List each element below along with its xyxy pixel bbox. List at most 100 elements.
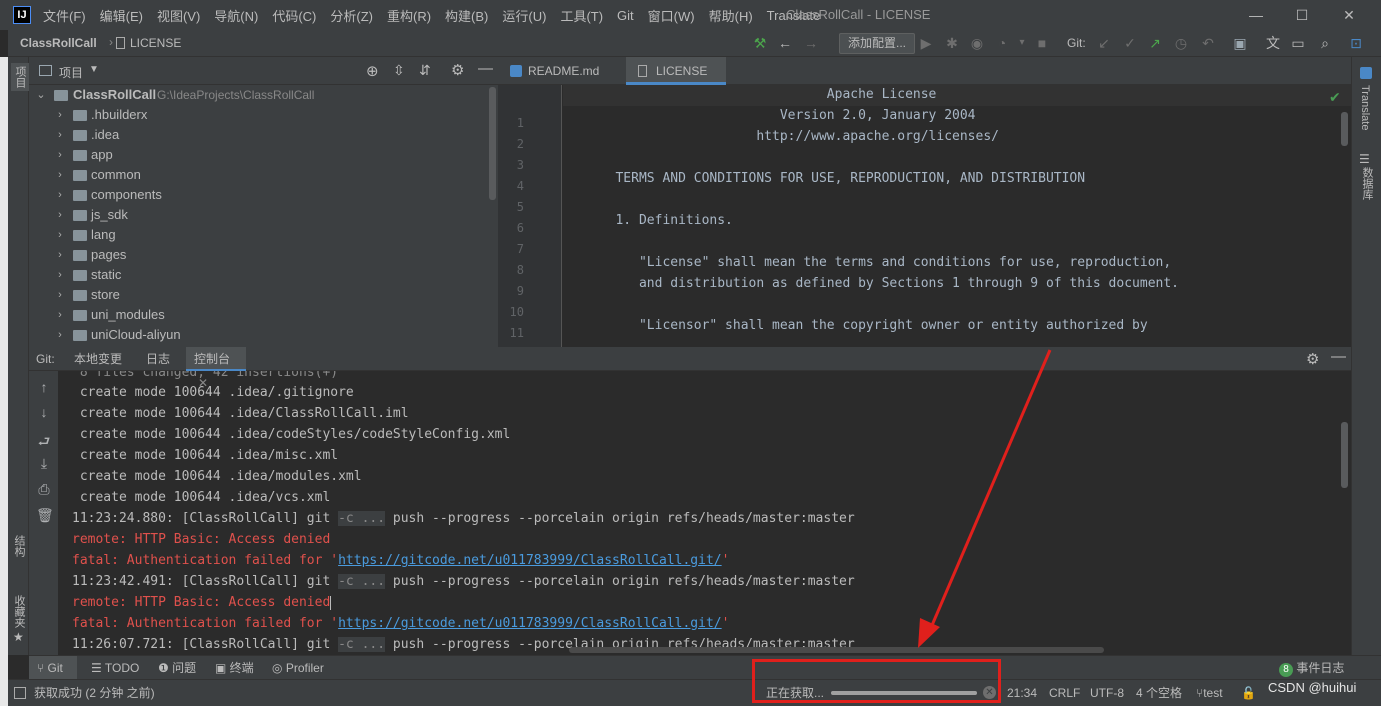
toggle-tool-windows-icon[interactable]: [14, 687, 26, 699]
editor-scrollbar[interactable]: [1341, 112, 1348, 146]
print-icon[interactable]: ⎙: [36, 481, 52, 498]
git-update-icon[interactable]: ↙: [1096, 35, 1112, 51]
chevron-right-icon[interactable]: ›: [54, 265, 66, 285]
chevron-right-icon[interactable]: ›: [54, 325, 66, 345]
line-separator[interactable]: CRLF: [1049, 680, 1080, 706]
problems-bottom-tab[interactable]: ❶ 问题: [158, 656, 196, 680]
gear-icon[interactable]: ⚙: [451, 61, 464, 79]
project-scrollbar[interactable]: [489, 87, 496, 200]
chevron-right-icon[interactable]: ›: [54, 145, 66, 165]
tree-item[interactable]: › pages: [29, 245, 498, 265]
chevron-down-icon[interactable]: ⌄: [35, 85, 47, 105]
collapsed-options-chip[interactable]: -c ...: [338, 637, 386, 652]
project-structure-icon[interactable]: ▣: [1232, 35, 1248, 51]
tree-item[interactable]: › static: [29, 265, 498, 285]
soft-wrap-icon[interactable]: ⮐: [36, 431, 52, 455]
scroll-to-end-icon[interactable]: ⤓: [36, 455, 52, 472]
collapsed-options-chip[interactable]: -c ...: [338, 511, 386, 526]
menu-git[interactable]: Git: [610, 8, 641, 23]
trash-icon[interactable]: 🗑: [36, 507, 54, 524]
menu-navigate[interactable]: 导航(N): [207, 6, 265, 25]
tree-item[interactable]: › app: [29, 145, 498, 165]
menu-edit[interactable]: 编辑(E): [93, 6, 150, 25]
locate-file-icon[interactable]: ⊕: [366, 62, 379, 80]
chevron-right-icon[interactable]: ›: [54, 245, 66, 265]
expand-all-icon[interactable]: ⇳: [393, 62, 405, 79]
search-icon[interactable]: ⌕: [1317, 35, 1333, 51]
console-horizontal-scrollbar[interactable]: [569, 647, 1104, 653]
menu-window[interactable]: 窗口(W): [641, 6, 702, 25]
tree-item[interactable]: › .idea: [29, 125, 498, 145]
tab-license[interactable]: LICENSE ✕: [626, 57, 726, 106]
coverage-icon[interactable]: ◉: [969, 35, 985, 51]
gear-icon[interactable]: ⚙: [1306, 350, 1319, 368]
tree-item[interactable]: › js_sdk: [29, 205, 498, 225]
repo-url-link[interactable]: https://gitcode.net/u011783999/ClassRoll…: [338, 553, 722, 568]
scroll-down-icon[interactable]: ↓: [36, 404, 52, 420]
plugin-icon[interactable]: ⊡: [1348, 35, 1364, 51]
event-log-tab[interactable]: 8 事件日志: [1279, 656, 1344, 680]
tree-item[interactable]: › uniCloud-aliyun: [29, 325, 498, 345]
profile-icon[interactable]: ◔: [994, 35, 1010, 51]
tab-readme[interactable]: README.md: [498, 57, 626, 85]
tab-log[interactable]: 日志: [146, 347, 170, 371]
tree-item[interactable]: › store: [29, 285, 498, 305]
structure-tool-tab[interactable]: 结构: [11, 535, 27, 557]
terminal-bottom-tab[interactable]: ▣ 终端: [215, 656, 254, 680]
tree-item[interactable]: › lang: [29, 225, 498, 245]
git-rollback-icon[interactable]: ↶: [1200, 35, 1216, 51]
chevron-right-icon[interactable]: ›: [54, 305, 66, 325]
collapsed-options-chip[interactable]: -c ...: [338, 574, 386, 589]
indent-setting[interactable]: 4 个空格: [1136, 680, 1182, 706]
hide-panel-icon[interactable]: —: [1331, 348, 1346, 365]
tree-item[interactable]: › .hbuilderx: [29, 105, 498, 125]
presentation-icon[interactable]: ▭: [1290, 35, 1306, 51]
tab-console[interactable]: 控制台 ✕: [186, 347, 246, 390]
todo-bottom-tab[interactable]: ☰ TODO: [91, 656, 139, 680]
stop-icon[interactable]: ■: [1034, 35, 1050, 51]
chevron-right-icon[interactable]: ›: [54, 205, 66, 225]
chevron-right-icon[interactable]: ›: [54, 185, 66, 205]
build-hammer-icon[interactable]: ⚒: [752, 35, 768, 51]
collapse-all-icon[interactable]: ⇵: [419, 62, 431, 79]
no-problems-check-icon[interactable]: ✔: [1329, 89, 1341, 106]
status-message[interactable]: 获取成功 (2 分钟 之前): [34, 680, 155, 706]
menu-tools[interactable]: 工具(T): [553, 6, 610, 25]
caret-position[interactable]: 21:34: [1007, 680, 1037, 706]
menu-code[interactable]: 代码(C): [265, 6, 323, 25]
menu-help[interactable]: 帮助(H): [702, 6, 760, 25]
scroll-up-icon[interactable]: ↑: [36, 379, 52, 395]
close-window-button[interactable]: ✕: [1339, 5, 1359, 25]
run-icon[interactable]: ▶: [918, 35, 934, 51]
chevron-right-icon[interactable]: ›: [54, 285, 66, 305]
debug-icon[interactable]: ✱: [944, 35, 960, 51]
menu-analyze[interactable]: 分析(Z): [323, 6, 380, 25]
console-vertical-scrollbar[interactable]: [1341, 422, 1348, 488]
tree-item[interactable]: › common: [29, 165, 498, 185]
translate-tool-tab[interactable]: Translate: [1359, 85, 1371, 130]
menu-view[interactable]: 视图(V): [150, 6, 207, 25]
translate-icon[interactable]: 文: [1265, 35, 1281, 51]
tab-local-changes[interactable]: 本地变更: [74, 347, 122, 371]
project-view-dropdown-icon[interactable]: ▼: [89, 64, 99, 75]
add-configuration-button[interactable]: 添加配置...: [839, 33, 915, 54]
project-panel-title[interactable]: 项目: [59, 64, 83, 81]
git-branch[interactable]: ⑂test: [1196, 680, 1223, 706]
run-dropdown-icon[interactable]: ▾: [1014, 35, 1030, 51]
breadcrumb-project[interactable]: ClassRollCall: [20, 36, 97, 50]
tree-item[interactable]: › uni_modules: [29, 305, 498, 325]
forward-arrow-icon[interactable]: →: [803, 35, 819, 51]
git-history-icon[interactable]: ◷: [1173, 35, 1189, 51]
file-encoding[interactable]: UTF-8: [1090, 680, 1124, 706]
git-bottom-tab[interactable]: ⑂ Git: [29, 656, 77, 680]
git-commit-icon[interactable]: ✓: [1122, 35, 1138, 51]
tree-item[interactable]: › components: [29, 185, 498, 205]
menu-file[interactable]: 文件(F): [36, 6, 93, 25]
breadcrumb-file[interactable]: LICENSE: [130, 36, 181, 50]
project-tool-tab[interactable]: 项目: [11, 63, 29, 91]
menu-run[interactable]: 运行(U): [495, 6, 553, 25]
database-tool-tab[interactable]: 数据库: [1359, 167, 1375, 200]
tree-root[interactable]: ⌄ ClassRollCall G:\IdeaProjects\ClassRol…: [29, 85, 498, 105]
favorites-tool-tab[interactable]: 收藏夹: [11, 595, 27, 628]
chevron-right-icon[interactable]: ›: [54, 165, 66, 185]
